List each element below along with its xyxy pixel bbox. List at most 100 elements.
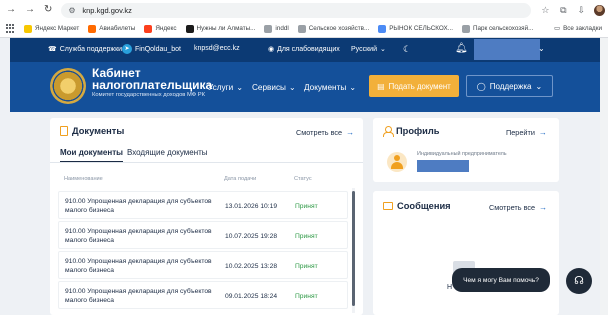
status-badge: Принят — [295, 263, 318, 270]
site-topbar: ☎ Служба поддержки ➤ FinQoldau_bot knpsd@e… — [10, 38, 600, 62]
support-service-link[interactable]: ☎ Служба поддержки — [48, 45, 122, 54]
language-select[interactable]: Русский ⌄ — [351, 45, 386, 54]
notifications-bell-icon[interactable]: 🔔︎ — [455, 43, 468, 54]
status-badge: Принят — [295, 203, 318, 210]
status-badge: Принят — [295, 233, 318, 240]
messages-empty-text: Н — [447, 284, 453, 291]
support-dropdown-button[interactable]: ◯ Поддержка ⌄ — [466, 75, 553, 97]
profile-card: Профиль Перейти → Индивидуальный предприн… — [373, 118, 559, 182]
messages-card: Сообщения Смотреть все → Н — [373, 191, 559, 315]
bookmark-favicon — [297, 24, 306, 33]
bookmark-item[interactable]: Яндекс — [144, 24, 177, 33]
apps-icon[interactable] — [6, 24, 15, 33]
account-name-redacted[interactable] — [474, 39, 540, 60]
bookmark-item[interactable]: Парк сельскохозяй... — [461, 24, 533, 33]
table-row[interactable]: 910.00 Упрощенная декларация для субъект… — [58, 281, 348, 309]
bookmark-favicon — [144, 24, 153, 33]
bookmark-favicon — [88, 24, 97, 33]
status-badge: Принят — [295, 293, 318, 300]
download-icon[interactable]: ⇩ — [576, 5, 586, 15]
document-date: 13.01.2026 10:19 — [225, 203, 278, 210]
column-header-status: Статус — [294, 176, 312, 182]
document-name: 910.00 Упрощенная декларация для субъект… — [65, 228, 212, 244]
browser-scrollbar[interactable] — [600, 38, 608, 315]
chevron-down-icon[interactable]: ⌄ — [538, 44, 545, 53]
taxpayer-name-redacted — [417, 160, 469, 172]
document-icon: ▤ — [377, 81, 385, 91]
bookmark-favicon — [185, 24, 194, 33]
chevron-down-icon: ⌄ — [535, 81, 543, 91]
url-text: knp.kgd.gov.kz — [82, 5, 132, 15]
arrow-right-icon: → — [539, 203, 548, 212]
bookmark-item[interactable]: РЫНОК СЕЛЬСКОХ... — [378, 24, 453, 33]
telegram-bot-link[interactable]: ➤ FinQoldau_bot — [122, 44, 181, 54]
menu-tools[interactable]: Сервисы ⌄ — [252, 82, 296, 93]
menu-documents[interactable]: Документы ⌄ — [304, 82, 357, 93]
documents-scrollbar-thumb[interactable] — [352, 191, 355, 306]
support-email-link[interactable]: knpsd@ecc.kz — [194, 45, 240, 52]
profile-goto-link[interactable]: Перейти → — [506, 128, 547, 137]
document-date: 10.07.2025 19:28 — [225, 233, 278, 240]
tab-incoming-documents[interactable]: Входящие документы — [127, 148, 208, 161]
avatar — [387, 152, 407, 172]
bookmark-item[interactable]: Сельское хозяйств... — [297, 24, 369, 33]
arrow-right-icon: → — [346, 128, 355, 137]
bookmark-favicon — [461, 24, 470, 33]
bookmark-favicon — [24, 24, 32, 33]
chevron-down-icon: ⌄ — [379, 46, 386, 53]
site-info-icon[interactable]: ⚙ — [68, 6, 77, 15]
eye-icon: ◉ — [268, 46, 275, 53]
folder-icon: ▭ — [554, 25, 561, 32]
chevron-down-icon: ⌄ — [349, 83, 357, 92]
bookmark-item[interactable]: Авиабилеты — [88, 24, 135, 33]
message-icon — [383, 202, 393, 210]
table-row[interactable]: 910.00 Упрощенная декларация для субъект… — [58, 191, 348, 219]
bookmark-favicon — [264, 24, 273, 33]
document-icon — [60, 126, 68, 136]
committee-subtitle: Комитет государственных доходов МФ РК — [92, 92, 206, 98]
documents-see-all-link[interactable]: Смотреть все → — [296, 128, 354, 137]
taxpayer-type: Индивидуальный предприниматель — [417, 151, 507, 157]
site-viewport: ☎ Служба поддержки ➤ FinQoldau_bot knpsd@e… — [10, 38, 600, 315]
chevron-down-icon: ⌄ — [288, 83, 296, 92]
reload-icon[interactable]: ↻ — [44, 4, 52, 16]
bookmark-item[interactable]: Нужны ли Алматы... — [185, 24, 255, 33]
browser-profile-avatar[interactable] — [594, 4, 606, 16]
documents-card: Документы Смотреть все → Мои документы Вх… — [50, 118, 363, 315]
cabinet-title: Кабинет налогоплательщика — [92, 66, 213, 92]
site-header: Кабинет налогоплательщика Комитет госуда… — [10, 62, 600, 112]
column-header-name: Наименование — [64, 176, 103, 182]
address-bar[interactable]: ⚙ knp.kgd.gov.kz — [61, 2, 532, 18]
forward-icon[interactable]: → — [25, 4, 35, 16]
browser-actions: ☆ ⧉ ⇩ ⋮ — [540, 4, 608, 16]
tab-my-documents[interactable]: Мои документы — [60, 148, 123, 163]
bookmarks-bar: Яндекс Маркет Авиабилеты Яндекс Нужны ли… — [0, 20, 608, 38]
person-icon — [383, 126, 394, 137]
submit-document-button[interactable]: ▤ Подать документ — [369, 75, 459, 97]
headset-icon: ☊ — [574, 275, 584, 287]
browser-toolbar: → → ↻ ⚙ knp.kgd.gov.kz ☆ ⧉ ⇩ ⋮ — [0, 0, 608, 20]
document-name: 910.00 Упрощенная декларация для субъект… — [65, 198, 212, 214]
bookmark-favicon — [378, 24, 387, 33]
bookmark-item[interactable]: Яндекс Маркет — [24, 24, 79, 33]
star-icon[interactable]: ☆ — [540, 5, 550, 15]
bookmark-item[interactable]: inddl — [264, 24, 289, 33]
back-icon[interactable]: → — [6, 4, 16, 16]
column-header-date: Дата подачи — [224, 176, 257, 182]
extensions-icon[interactable]: ⧉ — [558, 5, 568, 15]
table-row[interactable]: 910.00 Упрощенная декларация для субъект… — [58, 251, 348, 279]
visually-impaired-toggle[interactable]: ◉ Для слабовидящих — [268, 45, 340, 54]
messages-see-all-link[interactable]: Смотреть все → — [489, 203, 547, 212]
state-emblem-logo[interactable] — [50, 68, 86, 104]
telegram-icon: ➤ — [122, 44, 132, 54]
dark-mode-icon[interactable]: ☾ — [403, 44, 411, 55]
all-bookmarks-folder[interactable]: ▭ Все закладки — [554, 25, 602, 32]
document-date: 09.01.2025 18:24 — [225, 293, 278, 300]
messages-heading: Сообщения — [383, 201, 451, 211]
profile-heading: Профиль — [383, 126, 440, 137]
menu-services[interactable]: Услуги ⌄ — [208, 82, 243, 93]
chat-assistant-button[interactable]: ☊ — [566, 268, 592, 294]
table-row[interactable]: 910.00 Упрощенная декларация для субъект… — [58, 221, 348, 249]
chat-prompt-bubble[interactable]: Чем я могу Вам помочь? — [452, 268, 550, 292]
headset-icon: ☎ — [48, 46, 57, 53]
